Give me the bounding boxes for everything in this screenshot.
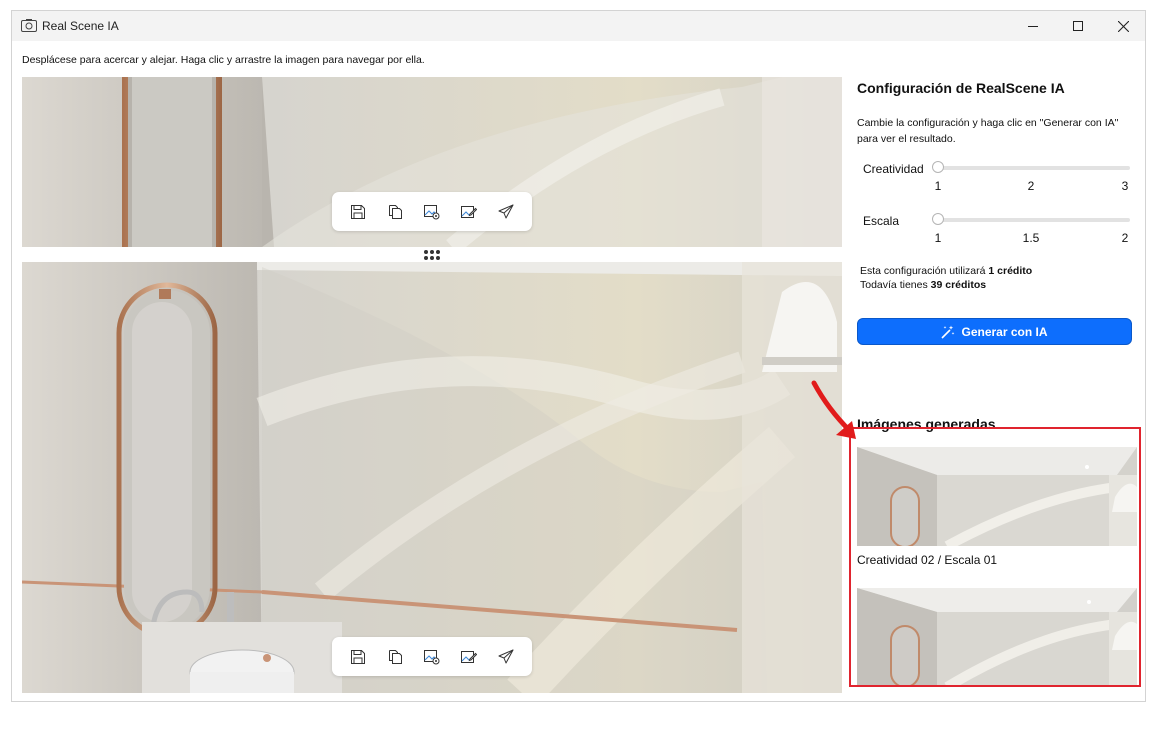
close-icon: [1117, 20, 1129, 32]
copy-button[interactable]: [382, 199, 408, 225]
generated-thumbnail-image: [857, 588, 1137, 687]
creativity-tick: 1: [934, 179, 942, 193]
scale-slider-thumb[interactable]: [932, 213, 944, 225]
settings-description: Cambie la configuración y haga clic en "…: [857, 117, 1119, 145]
copy-icon: [389, 649, 403, 664]
scale-tick: 2: [1121, 231, 1129, 245]
generated-thumbnail-image: [857, 447, 1137, 546]
generated-images-title: Imágenes generadas: [857, 416, 996, 432]
splitter-handle[interactable]: [417, 247, 447, 262]
annotation-arrow-icon: [811, 380, 856, 439]
generated-render-image: [22, 262, 842, 693]
creativity-slider-thumb[interactable]: [932, 161, 944, 173]
edit-image-button[interactable]: [456, 644, 482, 670]
copy-button[interactable]: [382, 644, 408, 670]
credits-usage-value: 1 crédito: [988, 265, 1033, 277]
image-toolbar: [332, 192, 532, 231]
send-icon: [498, 649, 514, 663]
image-settings-button[interactable]: [419, 644, 445, 670]
navigation-hint: Desplácese para acercar y alejar. Haga c…: [22, 54, 425, 66]
generated-image-viewer[interactable]: [22, 262, 842, 693]
credits-usage-text: Esta configuración utilizará: [860, 265, 986, 277]
credits-remaining-value: 39: [930, 279, 943, 291]
window-title: Real Scene IA: [42, 19, 119, 33]
image-settings-icon: [424, 649, 440, 664]
maximize-button[interactable]: [1055, 11, 1101, 41]
generated-image-thumbnail[interactable]: [857, 447, 1137, 546]
generate-button[interactable]: Generar con IA: [857, 318, 1132, 345]
credits-remaining-text: Todavía tienes: [860, 279, 928, 291]
generated-image-caption: Creatividad 02 / Escala 01: [857, 553, 998, 567]
original-image-viewer[interactable]: [22, 77, 842, 247]
copy-icon: [389, 204, 403, 219]
app-window: Real Scene IA Desplácese para acercar y …: [11, 10, 1146, 702]
scale-label: Escala: [863, 214, 900, 228]
creativity-slider[interactable]: [932, 161, 1130, 173]
magic-wand-icon: [941, 325, 955, 339]
creativity-tick: 3: [1121, 179, 1129, 193]
credits-remaining-unit: créditos: [945, 279, 987, 291]
close-button[interactable]: [1100, 11, 1145, 41]
generate-button-label: Generar con IA: [961, 324, 1048, 339]
image-toolbar-bottom: [332, 637, 532, 676]
drag-handle-icon: [424, 249, 440, 260]
minimize-button[interactable]: [1010, 11, 1056, 41]
save-button[interactable]: [345, 644, 371, 670]
scale-tick: 1.5: [1022, 231, 1040, 245]
generated-image-thumbnail[interactable]: [857, 588, 1137, 687]
send-icon: [498, 204, 514, 218]
save-icon: [351, 204, 366, 219]
camera-icon: [21, 19, 37, 32]
save-icon: [351, 649, 366, 664]
creativity-label: Creatividad: [863, 162, 924, 176]
send-button[interactable]: [493, 199, 519, 225]
settings-title: Configuración de RealScene IA: [857, 80, 1065, 96]
scale-slider[interactable]: [932, 213, 1130, 225]
send-button[interactable]: [493, 644, 519, 670]
scale-tick: 1: [934, 231, 942, 245]
edit-image-icon: [461, 650, 478, 663]
edit-image-button[interactable]: [456, 199, 482, 225]
creativity-tick: 2: [1027, 179, 1035, 193]
image-settings-icon: [424, 204, 440, 219]
title-bar: Real Scene IA: [12, 11, 1145, 41]
maximize-icon: [1073, 21, 1083, 31]
minimize-icon: [1028, 26, 1038, 27]
credits-remaining: Todavía tienes 39 créditos: [860, 278, 986, 292]
credits-usage: Esta configuración utilizará 1 crédito: [860, 264, 1032, 278]
save-button[interactable]: [345, 199, 371, 225]
image-settings-button[interactable]: [419, 199, 445, 225]
edit-image-icon: [461, 205, 478, 218]
